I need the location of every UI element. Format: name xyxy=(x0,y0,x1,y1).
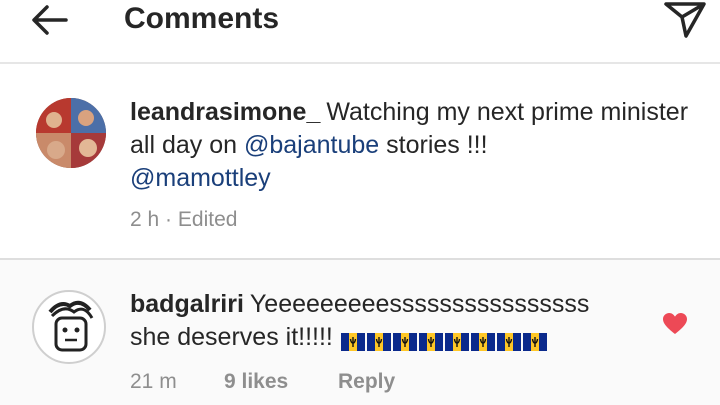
comment-body-line2: she deserves it!!!!! xyxy=(130,323,333,351)
barbados-flag-icon xyxy=(470,333,495,352)
barbados-flag-icon xyxy=(366,333,391,352)
comment-time: 21 m xyxy=(130,370,177,393)
comment-text: badgalriri Yeeeeeeeeessssssssssssssss she… xyxy=(130,288,650,358)
barbados-flag-icon xyxy=(496,333,521,352)
likes-count[interactable]: 9 likes xyxy=(224,370,288,394)
barbados-flag-icon xyxy=(392,333,417,352)
barbados-flag-icon xyxy=(340,333,365,352)
top-bar: Comments xyxy=(0,0,720,64)
page-title: Comments xyxy=(124,2,280,35)
comment-username[interactable]: badgalriri xyxy=(130,290,244,318)
edited-label: Edited xyxy=(177,208,238,231)
mention-link[interactable]: @bajantube xyxy=(244,131,379,159)
caption-text: leandrasimone_ Watching my next prime min… xyxy=(130,96,700,195)
reply-button[interactable]: Reply xyxy=(338,370,395,394)
paper-plane-icon[interactable] xyxy=(662,0,708,38)
arrow-left-icon[interactable] xyxy=(30,2,70,38)
comment-body: Yeeeeeeeeessssssssssssssss xyxy=(249,290,590,318)
barbados-flag-icon xyxy=(444,333,469,352)
post-caption: leandrasimone_ Watching my next prime min… xyxy=(0,64,720,260)
caption-meta: 2 h · Edited xyxy=(130,208,237,232)
caption-body-end: stories !!! xyxy=(386,131,488,159)
avatar[interactable] xyxy=(36,98,106,168)
flag-emojis xyxy=(340,325,549,358)
separator: · xyxy=(165,208,173,231)
avatar[interactable] xyxy=(32,290,106,364)
barbados-flag-icon xyxy=(522,333,547,352)
caption-username[interactable]: leandrasimone_ xyxy=(130,98,320,126)
barbados-flag-icon xyxy=(418,333,443,352)
mention-link[interactable]: @mamottley xyxy=(130,164,271,192)
caption-time: 2 h xyxy=(130,208,160,231)
heart-icon[interactable] xyxy=(662,312,688,336)
